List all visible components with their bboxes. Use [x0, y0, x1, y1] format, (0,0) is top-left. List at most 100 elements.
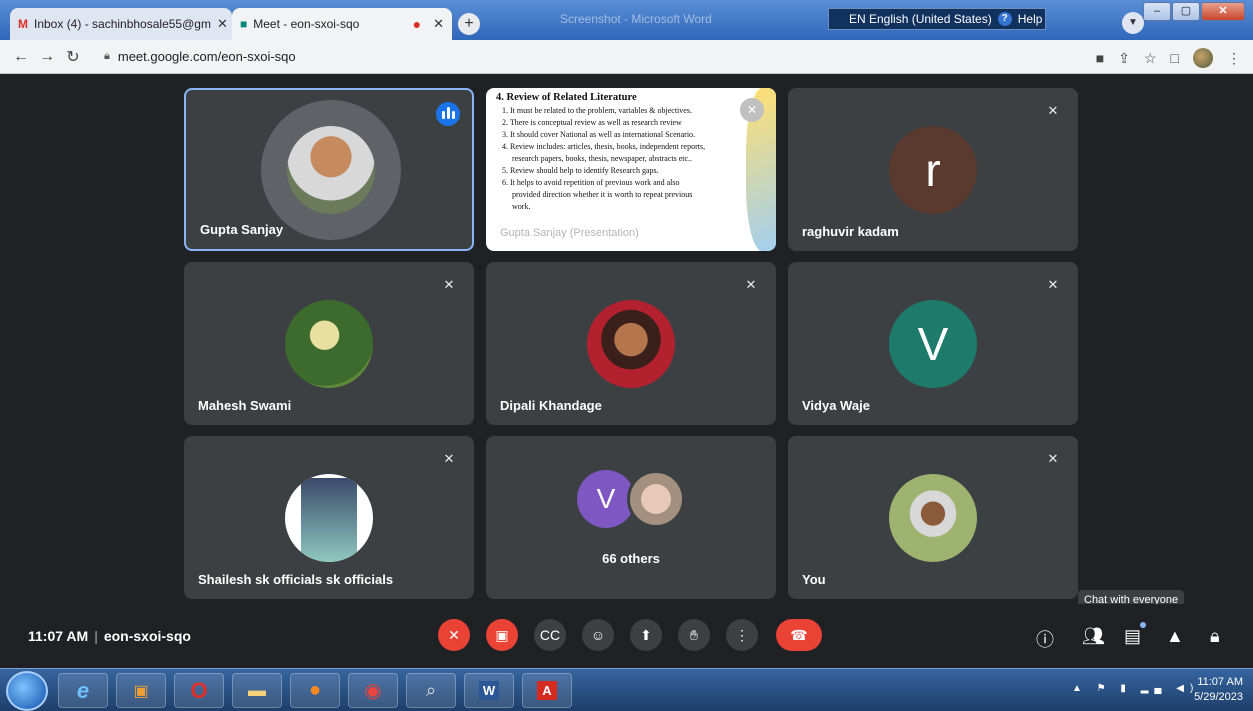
back-icon[interactable]: ← — [8, 48, 34, 66]
info-icon[interactable]: ⓘ — [1036, 626, 1054, 652]
camera-icon[interactable]: ■ — [1096, 50, 1104, 66]
window-controls: – ▢ ✕ — [1143, 2, 1245, 21]
tab-label: Meet - eon-sxoi-sqo — [253, 17, 360, 31]
presenter-label: Gupta Sanjay (Presentation) — [500, 227, 639, 239]
mic-off-icon: ✕ — [1047, 103, 1059, 118]
captions-button[interactable]: CC — [534, 619, 566, 651]
taskbar: e ▣ O ▬ ● ◉ ⌕ W A ▲ ⚑ ▮ ▂▄ ◀) 11:07 AM 5… — [0, 668, 1253, 711]
close-window-button[interactable]: ✕ — [1201, 2, 1245, 21]
mic-off-icon: ✕ — [745, 277, 757, 292]
participant-tile-self[interactable]: ✕ You — [788, 436, 1078, 599]
slide-line: 4. Review includes: articles, thesis, bo… — [502, 142, 706, 151]
firefox-icon[interactable]: ● — [290, 673, 340, 708]
new-tab-button[interactable]: + — [458, 13, 480, 35]
avatar-photo — [587, 300, 675, 388]
speaking-indicator-icon — [436, 102, 460, 126]
url-text[interactable]: meet.google.com/eon-sxoi-sqo — [118, 49, 296, 64]
avatar-photo — [285, 474, 373, 562]
window-title: Screenshot - Microsoft Word — [560, 12, 712, 26]
chrome-icon[interactable]: ◉ — [348, 673, 398, 708]
tab-gmail[interactable]: M Inbox (4) - sachinbhosale55@gm ✕ — [10, 8, 232, 40]
participant-tile[interactable]: ✕ Mahesh Swami — [184, 262, 474, 425]
meeting-info: 11:07 AM | eon-sxoi-sqo — [28, 628, 191, 644]
avatar-letter: r — [889, 126, 977, 214]
profile-avatar[interactable] — [1193, 48, 1213, 68]
activities-icon[interactable]: ▲ — [1166, 626, 1184, 647]
mic-off-icon: ✕ — [1047, 451, 1059, 466]
chat-icon[interactable]: ▤ — [1124, 626, 1141, 647]
help-label[interactable]: Help — [1018, 12, 1043, 26]
forward-icon[interactable]: → — [34, 48, 60, 66]
slide-line: research papers, books, thesis, newspape… — [512, 154, 693, 163]
emoji-button[interactable]: ☺ — [582, 619, 614, 651]
magnifier-icon[interactable]: ⌕ — [406, 673, 456, 708]
slide-line: 5. Review should help to identify Resear… — [502, 166, 659, 175]
participant-name: raghuvir kadam — [802, 224, 899, 239]
participant-name: You — [802, 572, 826, 587]
avatar-photo — [287, 126, 375, 214]
lock-icon[interactable]: 🔒︎ — [104, 50, 110, 63]
participant-tile[interactable]: ✕ Dipali Khandage — [486, 262, 776, 425]
raise-hand-button[interactable]: ✋︎ — [678, 619, 710, 651]
language-bar[interactable]: EN English (United States) ? Help — [828, 8, 1046, 30]
reload-icon[interactable]: ↻ — [60, 47, 86, 67]
ie-icon[interactable]: e — [58, 673, 108, 708]
browser-toolbar: ■ ⇪ ☆ □ ⋮ — [1096, 48, 1241, 68]
end-call-button[interactable]: ☎︎ — [776, 619, 822, 651]
participant-tile[interactable]: r ✕ raghuvir kadam — [788, 88, 1078, 251]
chevron-down-icon[interactable]: ▼ — [1122, 12, 1144, 34]
opera-icon[interactable]: O — [174, 673, 224, 708]
folder-icon[interactable]: ▬ — [232, 673, 282, 708]
participant-name: Gupta Sanjay — [200, 222, 284, 237]
minimize-button[interactable]: – — [1143, 2, 1171, 21]
others-tile[interactable]: V 66 others — [486, 436, 776, 599]
slide-line: work. — [512, 202, 531, 211]
people-icon[interactable]: 👥︎ — [1082, 626, 1105, 647]
meeting-code: eon-sxoi-sqo — [103, 628, 191, 644]
mic-off-icon: ✕ — [443, 451, 455, 466]
meet-control-bar: 11:07 AM | eon-sxoi-sqo ✕ ▣ CC ☺ ⬆ ✋︎ ⋮ ☎︎… — [0, 604, 1253, 666]
others-count: 66 others — [602, 551, 660, 566]
slide-line: provided direction whether it is worth t… — [512, 190, 693, 199]
close-icon[interactable]: ✕ — [217, 16, 228, 32]
recording-icon: ● — [412, 16, 422, 32]
menu-icon[interactable]: ⋮ — [1227, 50, 1241, 67]
start-button[interactable] — [6, 671, 48, 711]
tab-meet[interactable]: ■ Meet - eon-sxoi-sqo ● ✕ — [232, 8, 452, 40]
host-controls-icon[interactable]: 🔒︎ — [1210, 626, 1220, 647]
url-field[interactable]: 🔒︎ meet.google.com/eon-sxoi-sqo — [104, 49, 296, 64]
meet-stage: Gupta Sanjay 4. Review of Related Litera… — [0, 74, 1253, 648]
browser-tabstrip: M Inbox (4) - sachinbhosale55@gm ✕ ■ Mee… — [0, 0, 1253, 40]
mic-off-icon: ✕ — [740, 98, 764, 122]
avatar-photo — [627, 470, 685, 528]
meeting-time: 11:07 AM — [28, 628, 89, 644]
slide-line: 3. It should cover National as well as i… — [502, 130, 696, 139]
slide-line: 1. It must be related to the problem, va… — [502, 106, 692, 115]
language-label: EN English (United States) — [849, 12, 992, 26]
clock-date: 5/29/2023 — [1194, 691, 1243, 703]
system-tray-icons[interactable]: ▲ ⚑ ▮ ▂▄ ◀) — [1072, 683, 1199, 694]
participant-tile[interactable]: ✕ Shailesh sk officials sk officials — [184, 436, 474, 599]
star-icon[interactable]: ☆ — [1144, 50, 1157, 67]
mic-off-icon: ✕ — [1047, 277, 1059, 292]
more-options-button[interactable]: ⋮ — [726, 619, 758, 651]
word-icon[interactable]: W — [464, 673, 514, 708]
close-icon[interactable]: ✕ — [433, 16, 444, 32]
participant-tile[interactable]: Gupta Sanjay — [184, 88, 474, 251]
slide-line: 6. It helps to avoid repetition of previ… — [502, 178, 680, 187]
pdf-icon[interactable]: A — [522, 673, 572, 708]
system-clock[interactable]: 11:07 AM 5/29/2023 — [1194, 675, 1243, 705]
share-icon[interactable]: ⇪ — [1118, 50, 1130, 67]
present-button[interactable]: ⬆ — [630, 619, 662, 651]
sidepanel-icon[interactable]: □ — [1171, 50, 1179, 66]
maximize-button[interactable]: ▢ — [1172, 2, 1200, 21]
help-icon[interactable]: ? — [997, 12, 1012, 26]
media-icon[interactable]: ▣ — [116, 673, 166, 708]
participant-tile[interactable]: V ✕ Vidya Waje — [788, 262, 1078, 425]
mic-toggle-button[interactable]: ✕ — [438, 619, 470, 651]
camera-toggle-button[interactable]: ▣ — [486, 619, 518, 651]
avatar-photo — [285, 300, 373, 388]
presentation-slide[interactable]: 4. Review of Related Literature 1. It mu… — [486, 88, 776, 251]
gmail-icon: M — [18, 17, 28, 31]
participant-name: Vidya Waje — [802, 398, 870, 413]
